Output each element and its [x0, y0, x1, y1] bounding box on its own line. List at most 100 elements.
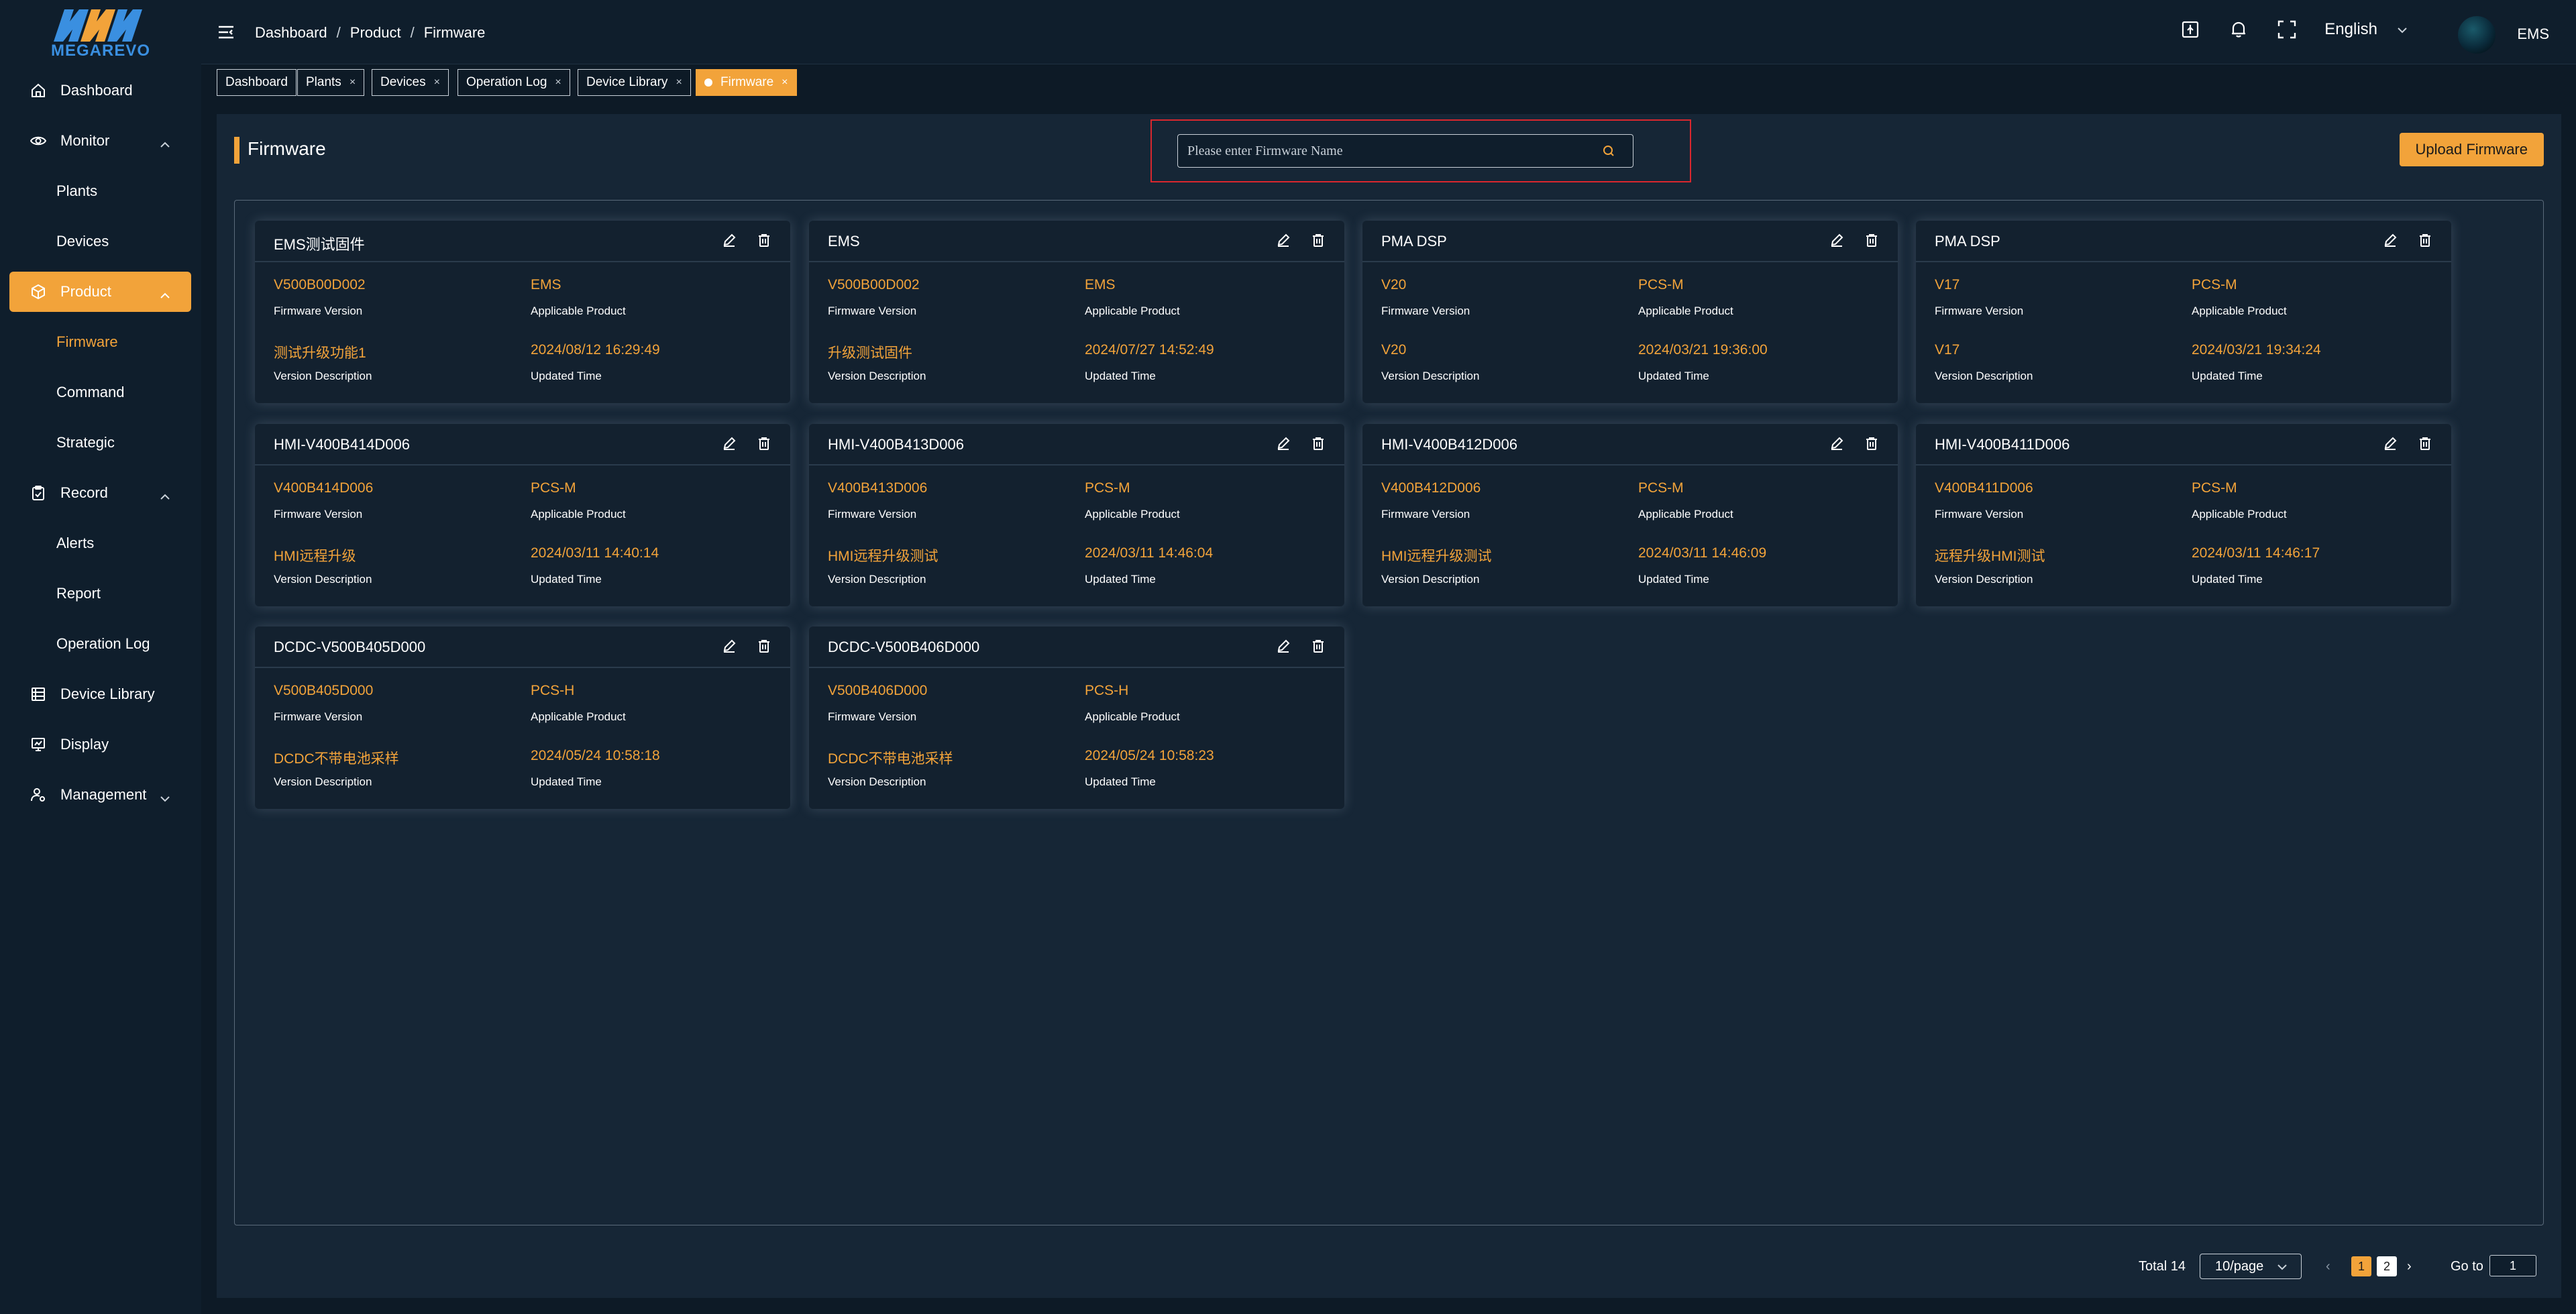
delete-icon[interactable]: [757, 436, 771, 451]
updated-time-label: Updated Time: [1085, 775, 1156, 788]
updated-time-value: 2024/07/27 14:52:49: [1085, 342, 1214, 358]
edit-icon[interactable]: [722, 436, 737, 451]
breadcrumb-dashboard[interactable]: Dashboard: [255, 24, 327, 42]
tab-firmware[interactable]: Firmware ×: [696, 69, 797, 96]
tab-dashboard[interactable]: Dashboard: [217, 69, 297, 96]
card-title: DCDC-V500B405D000: [274, 639, 426, 655]
goto-label: Go to: [2451, 1259, 2483, 1274]
edit-icon[interactable]: [2383, 436, 2398, 451]
applicable-product-label: Applicable Product: [1085, 710, 1180, 723]
goto-page-input[interactable]: [2489, 1255, 2536, 1276]
close-icon[interactable]: ×: [350, 76, 356, 89]
user-name[interactable]: EMS: [2517, 25, 2549, 43]
sidebar-item-dashboard[interactable]: Dashboard: [9, 70, 191, 111]
sidebar-item-operation-log[interactable]: Operation Log: [56, 631, 150, 657]
delete-icon[interactable]: [1311, 639, 1326, 653]
page-size-select[interactable]: 10/page: [2200, 1254, 2302, 1279]
edit-icon[interactable]: [722, 639, 737, 653]
version-description-value: 测试升级功能1: [274, 345, 366, 361]
edit-icon[interactable]: [1276, 233, 1291, 248]
sidebar-item-record[interactable]: Record: [9, 473, 191, 513]
library-icon: [30, 686, 47, 703]
sidebar-item-product[interactable]: Product: [9, 272, 191, 312]
sidebar-item-label: Record: [60, 484, 108, 501]
card-title: PMA DSP: [1381, 233, 1447, 250]
firmware-version-label: Firmware Version: [274, 305, 363, 317]
search-icon[interactable]: [1602, 144, 1615, 158]
card-actions: [1276, 436, 1326, 451]
bell-icon[interactable]: [2228, 19, 2249, 40]
firmware-version-value: V400B414D006: [274, 480, 374, 496]
logo-mark-icon: [54, 9, 142, 42]
breadcrumb-product[interactable]: Product: [350, 24, 401, 42]
close-icon[interactable]: ×: [782, 76, 788, 89]
chevron-down-icon: [2396, 20, 2408, 39]
edit-icon[interactable]: [1276, 639, 1291, 653]
edit-icon[interactable]: [2383, 233, 2398, 248]
edit-icon[interactable]: [1829, 436, 1844, 451]
edit-icon[interactable]: [722, 233, 737, 248]
applicable-product-value: EMS: [1085, 277, 1116, 292]
applicable-product-label: Applicable Product: [1638, 305, 1733, 317]
menu-fold-icon[interactable]: [217, 24, 235, 44]
next-page-button[interactable]: ›: [2407, 1259, 2412, 1274]
card-actions: [722, 233, 771, 248]
sidebar-item-monitor[interactable]: Monitor: [9, 121, 191, 161]
delete-icon[interactable]: [1311, 233, 1326, 248]
applicable-product-label: Applicable Product: [2192, 305, 2287, 317]
applicable-product-value: PCS-M: [1638, 480, 1684, 496]
home-icon: [30, 82, 47, 99]
delete-icon[interactable]: [757, 639, 771, 653]
upload-firmware-button[interactable]: Upload Firmware: [2399, 133, 2544, 166]
tab-operation-log[interactable]: Operation Log ×: [458, 69, 570, 96]
search-box[interactable]: [1177, 134, 1633, 168]
delete-icon[interactable]: [2418, 436, 2432, 451]
sidebar-item-plants[interactable]: Plants: [56, 178, 97, 205]
sidebar-item-management[interactable]: Management: [9, 775, 191, 815]
card-actions: [1276, 233, 1326, 248]
eye-icon: [30, 132, 47, 150]
sidebar-item-command[interactable]: Command: [56, 379, 124, 406]
delete-icon[interactable]: [2418, 233, 2432, 248]
edit-icon[interactable]: [1829, 233, 1844, 248]
version-description-value: V20: [1381, 342, 1407, 358]
close-icon[interactable]: ×: [676, 76, 682, 89]
sidebar-item-report[interactable]: Report: [56, 580, 101, 607]
close-icon[interactable]: ×: [555, 76, 561, 89]
page-size-value: 10/page: [2215, 1258, 2264, 1274]
sidebar-item-label: Management: [60, 786, 147, 803]
tab-device-library[interactable]: Device Library ×: [578, 69, 691, 96]
sidebar-item-strategic[interactable]: Strategic: [56, 429, 115, 456]
applicable-product-label: Applicable Product: [1638, 508, 1733, 521]
firmware-version-label: Firmware Version: [274, 508, 363, 521]
language-selector[interactable]: English: [2324, 20, 2408, 39]
page-2-button[interactable]: 2: [2377, 1256, 2397, 1276]
sidebar-item-label: Product: [60, 283, 111, 300]
book-icon[interactable]: [2180, 19, 2201, 40]
updated-time-label: Updated Time: [1085, 573, 1156, 586]
fullscreen-icon[interactable]: [2276, 19, 2298, 40]
delete-icon[interactable]: [1311, 436, 1326, 451]
megarevo-logo[interactable]: MEGAREVO: [47, 5, 154, 60]
applicable-product-value: PCS-M: [1638, 277, 1684, 292]
card-header: HMI-V400B414D006: [255, 424, 790, 466]
prev-page-button[interactable]: ‹: [2326, 1259, 2330, 1274]
sidebar-item-alerts[interactable]: Alerts: [56, 530, 94, 557]
tab-plants[interactable]: Plants ×: [297, 69, 365, 96]
sidebar-item-firmware[interactable]: Firmware: [56, 329, 118, 355]
avatar[interactable]: [2458, 16, 2496, 54]
edit-icon[interactable]: [1276, 436, 1291, 451]
firmware-card: EMS测试固件 V500B00D002 Firmware Version EMS App…: [255, 221, 790, 403]
delete-icon[interactable]: [1864, 233, 1879, 248]
tab-devices[interactable]: Devices ×: [372, 69, 449, 96]
page-1-button[interactable]: 1: [2351, 1256, 2371, 1276]
updated-time-value: 2024/03/11 14:46:17: [2192, 545, 2320, 561]
applicable-product-label: Applicable Product: [1085, 305, 1180, 317]
sidebar-item-display[interactable]: Display: [9, 724, 191, 765]
sidebar-item-device-library[interactable]: Device Library: [9, 674, 191, 714]
close-icon[interactable]: ×: [434, 76, 440, 89]
sidebar-item-devices[interactable]: Devices: [56, 228, 109, 255]
search-input[interactable]: [1178, 143, 1602, 159]
delete-icon[interactable]: [757, 233, 771, 248]
delete-icon[interactable]: [1864, 436, 1879, 451]
